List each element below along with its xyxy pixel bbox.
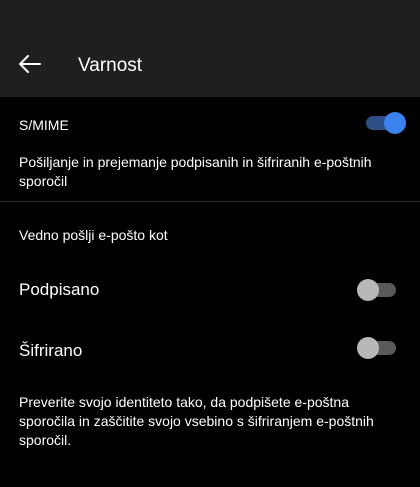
smime-description: Pošiljanje in prejemanje podpisanih in š…	[19, 154, 372, 189]
signed-toggle[interactable]	[357, 279, 396, 301]
always-send-footer: Preverite svojo identiteto tako, da podp…	[19, 394, 374, 448]
toggle-thumb	[357, 279, 379, 301]
divider	[0, 201, 420, 202]
security-settings: S/MIME Pošiljanje in prejemanje podpisan…	[0, 97, 420, 487]
always-send-heading: Vedno pošlji e-pošto kot	[19, 227, 168, 243]
smime-toggle[interactable]	[366, 112, 406, 134]
arrow-left-icon	[19, 55, 41, 73]
back-button[interactable]	[10, 44, 50, 84]
toggle-thumb	[384, 112, 406, 134]
encrypted-toggle[interactable]	[357, 337, 396, 359]
signed-label: Podpisano	[19, 280, 100, 299]
smime-label: S/MIME	[19, 117, 69, 133]
app-header: Varnost	[0, 0, 420, 97]
toggle-thumb	[357, 337, 379, 359]
encrypted-label: Šifrirano	[19, 341, 83, 360]
page-title: Varnost	[78, 55, 143, 76]
